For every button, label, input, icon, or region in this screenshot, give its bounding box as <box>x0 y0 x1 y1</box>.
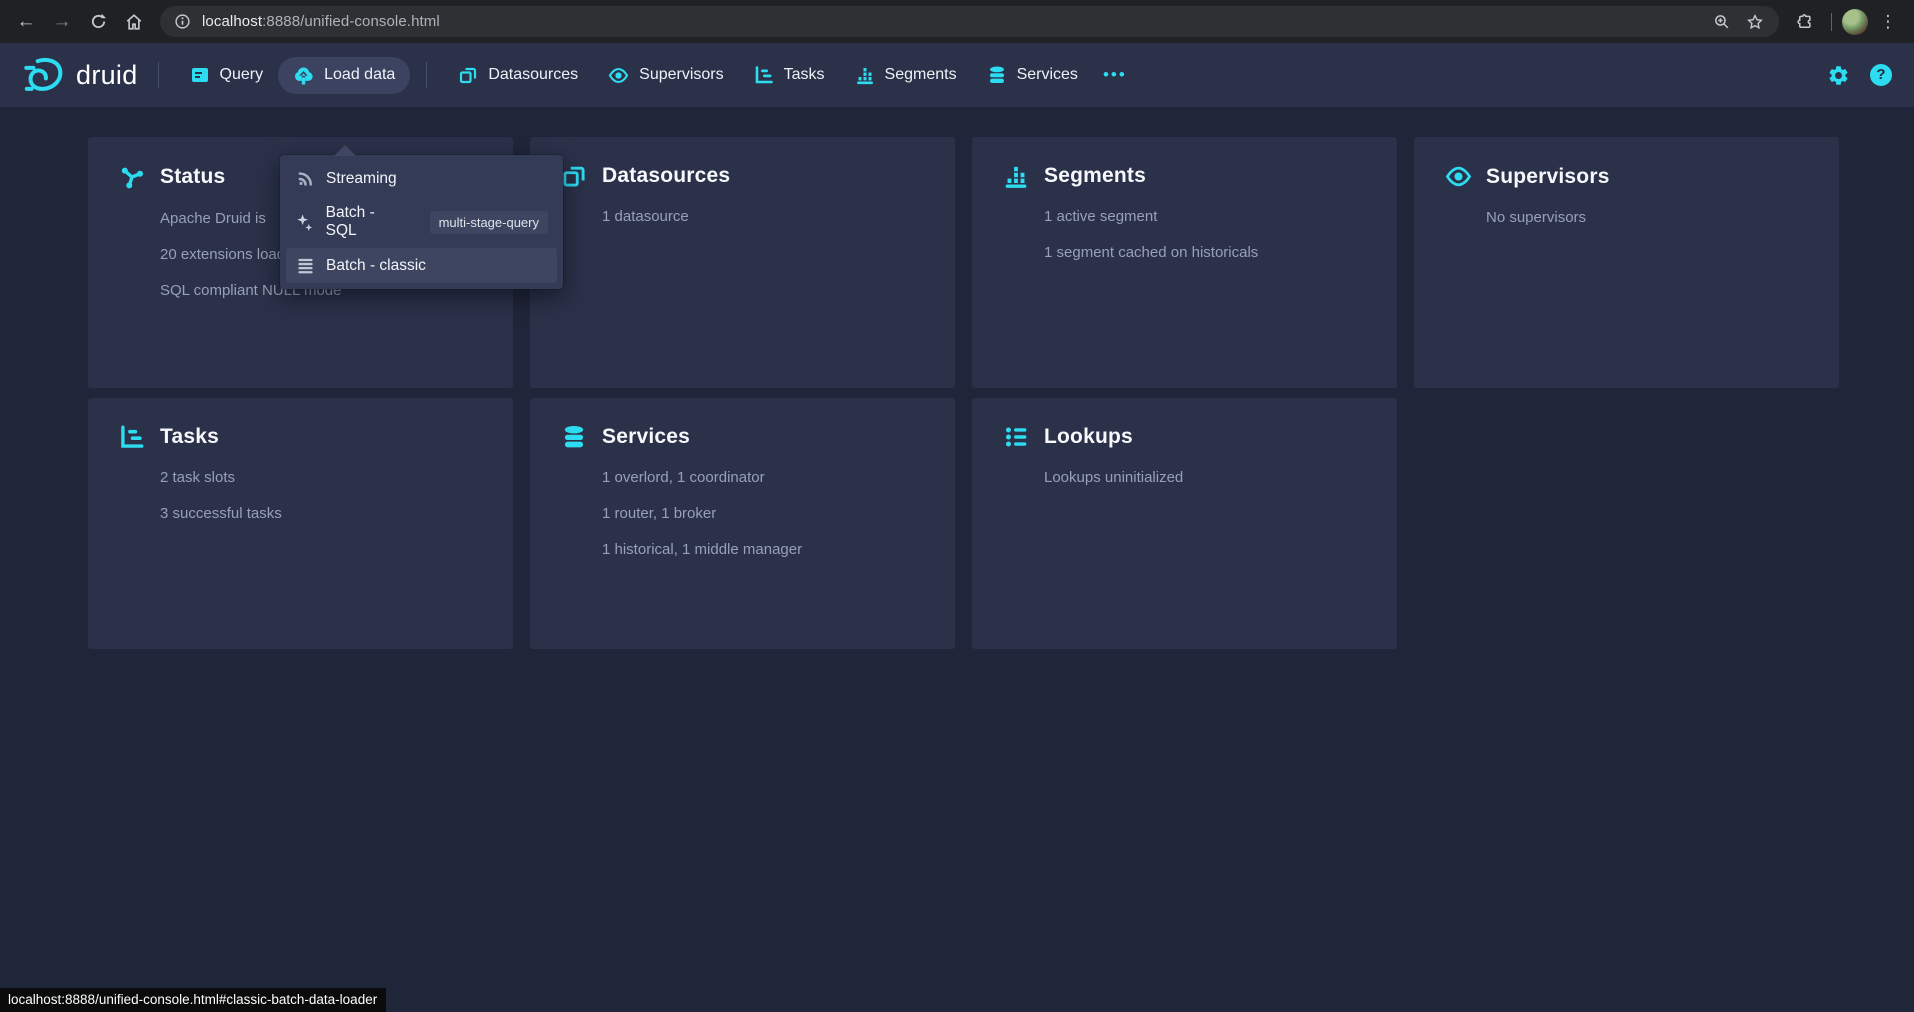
brand-name: druid <box>76 60 138 91</box>
gantt-icon <box>118 424 146 450</box>
card-line: 1 router, 1 broker <box>602 503 931 524</box>
card-title: Tasks <box>160 425 219 449</box>
nav-more-icon[interactable]: ••• <box>1093 57 1137 93</box>
chrome-menu-icon[interactable]: ⋮ <box>1872 6 1904 38</box>
popover-caret <box>334 145 356 156</box>
card-title: Services <box>602 425 690 449</box>
back-icon[interactable]: ← <box>10 6 42 38</box>
nav-separator <box>426 62 427 88</box>
nav-item-label: Query <box>220 66 264 84</box>
gantt-icon <box>754 65 774 85</box>
url-bar[interactable]: localhost:8888/unified-console.html <box>160 6 1779 37</box>
nav-item-load-data[interactable]: Load data <box>278 57 410 94</box>
segments-chart-icon <box>1002 163 1030 189</box>
card-services[interactable]: Services 1 overlord, 1 coordinator 1 rou… <box>530 398 955 649</box>
nav-separator <box>158 62 159 88</box>
link-target-statusbar: localhost:8888/unified-console.html#clas… <box>0 988 386 1012</box>
extensions-icon[interactable] <box>1789 6 1821 38</box>
database-icon <box>987 65 1007 85</box>
help-icon[interactable]: ? <box>1870 64 1892 86</box>
eye-icon <box>1444 163 1472 190</box>
nav-item-segments[interactable]: Segments <box>840 57 972 93</box>
card-line: 1 active segment <box>1044 206 1373 227</box>
nav-item-label: Supervisors <box>639 66 723 84</box>
site-info-icon[interactable] <box>172 12 192 32</box>
zoom-icon[interactable] <box>1709 10 1733 34</box>
cloud-upload-icon <box>293 65 314 86</box>
card-lookups[interactable]: Lookups Lookups uninitialized <box>972 398 1397 649</box>
card-line: 2 task slots <box>160 467 489 488</box>
card-supervisors[interactable]: Supervisors No supervisors <box>1414 137 1839 388</box>
eye-icon <box>608 65 629 86</box>
segments-chart-icon <box>855 65 875 85</box>
menu-item-label: Streaming <box>326 170 397 188</box>
nav-item-datasources[interactable]: Datasources <box>443 57 593 93</box>
card-datasources[interactable]: Datasources 1 datasource <box>530 137 955 388</box>
nav-item-label: Load data <box>324 66 395 84</box>
status-graph-icon <box>118 163 146 191</box>
nav-item-supervisors[interactable]: Supervisors <box>593 57 738 94</box>
forward-icon[interactable]: → <box>46 6 78 38</box>
bookmark-star-icon[interactable] <box>1743 10 1767 34</box>
card-line: 3 successful tasks <box>160 503 489 524</box>
nav-item-services[interactable]: Services <box>972 57 1093 93</box>
card-title: Datasources <box>602 164 730 188</box>
card-title: Status <box>160 165 225 189</box>
multi-stage-query-tag: multi-stage-query <box>430 211 548 234</box>
card-line: 1 historical, 1 middle manager <box>602 539 931 560</box>
card-title: Segments <box>1044 164 1146 188</box>
card-line: 1 datasource <box>602 206 931 227</box>
menu-item-label: Batch - classic <box>326 257 426 275</box>
menu-item-batch-sql[interactable]: Batch - SQL multi-stage-query <box>286 196 557 248</box>
card-tasks[interactable]: Tasks 2 task slots 3 successful tasks <box>88 398 513 649</box>
home-icon[interactable] <box>118 6 150 38</box>
druid-brand[interactable]: druid <box>22 54 138 96</box>
nav-item-label: Segments <box>885 66 957 84</box>
card-line: Lookups uninitialized <box>1044 467 1373 488</box>
card-line: 1 overlord, 1 coordinator <box>602 467 931 488</box>
profile-avatar[interactable] <box>1842 9 1868 35</box>
nav-item-label: Tasks <box>784 66 825 84</box>
card-line: No supervisors <box>1486 207 1815 228</box>
load-data-menu: Streaming Batch - SQL multi-stage-query <box>280 155 563 289</box>
nav-item-label: Datasources <box>488 66 578 84</box>
druid-logo-icon <box>22 54 64 96</box>
card-title: Supervisors <box>1486 165 1610 189</box>
nav-item-tasks[interactable]: Tasks <box>739 57 840 93</box>
datasources-icon <box>458 65 478 85</box>
settings-gear-icon[interactable] <box>1821 58 1856 93</box>
database-icon <box>560 424 588 450</box>
sparkles-icon <box>295 213 315 232</box>
menu-item-streaming[interactable]: Streaming <box>286 161 557 196</box>
menu-item-batch-classic[interactable]: Batch - classic <box>286 248 557 283</box>
rss-icon <box>295 169 315 188</box>
card-title: Lookups <box>1044 425 1133 449</box>
menu-lines-icon <box>295 256 315 275</box>
url-text: localhost:8888/unified-console.html <box>202 13 440 30</box>
chrome-separator <box>1831 13 1832 31</box>
properties-list-icon <box>1002 424 1030 450</box>
druid-navbar: druid Query Load data Datasources <box>0 43 1914 107</box>
card-line: 1 segment cached on historicals <box>1044 242 1373 263</box>
menu-item-label: Batch - SQL <box>326 204 409 240</box>
browser-chrome: ← → localhost:8888/unified-console.html <box>0 0 1914 43</box>
nav-item-query[interactable]: Query <box>175 57 279 93</box>
datasources-icon <box>560 163 588 189</box>
nav-item-label: Services <box>1017 66 1078 84</box>
card-segments[interactable]: Segments 1 active segment 1 segment cach… <box>972 137 1397 388</box>
query-icon <box>190 65 210 85</box>
reload-icon[interactable] <box>82 6 114 38</box>
